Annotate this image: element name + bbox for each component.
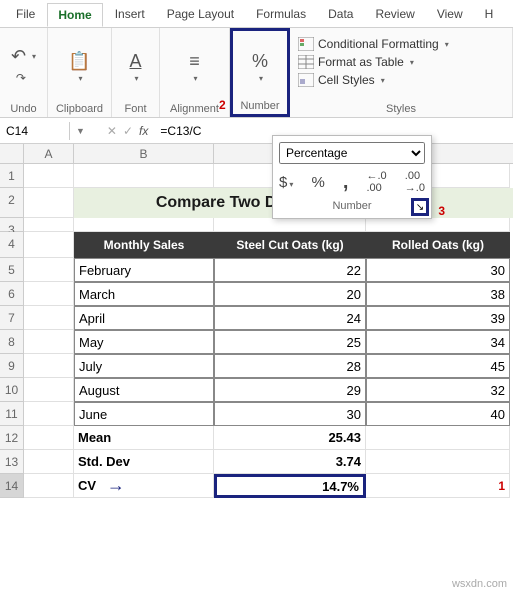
comma-button[interactable]: , <box>343 171 349 194</box>
tab-view[interactable]: View <box>427 3 473 25</box>
group-number[interactable]: % ▾ Number 2 <box>230 28 290 117</box>
tab-formulas[interactable]: Formulas <box>246 3 316 25</box>
tab-home[interactable]: Home <box>47 3 102 27</box>
tab-page-layout[interactable]: Page Layout <box>157 3 244 25</box>
chevron-down-icon[interactable]: ▾ <box>78 74 82 83</box>
formula-bar: ▼ ✕ ✓ fx <box>0 118 513 144</box>
row-11: 11June3040 <box>0 402 513 426</box>
align-icon: ≡ <box>189 51 200 71</box>
group-undo: ↶▾ ↷ Undo <box>0 28 48 117</box>
tab-data[interactable]: Data <box>318 3 363 25</box>
chevron-down-icon[interactable]: ▾ <box>193 74 197 83</box>
selected-cell-c14[interactable]: 14.7% <box>214 474 366 498</box>
group-label-undo: Undo <box>10 103 36 115</box>
table-icon <box>298 55 314 69</box>
column-headers: A B C <box>0 144 513 164</box>
cell-styles-icon <box>298 73 314 87</box>
number-format-select[interactable]: Percentage <box>279 142 425 164</box>
font-icon: A <box>129 51 141 71</box>
redo-button[interactable]: ↷ <box>11 69 31 87</box>
row-10: 10August2932 <box>0 378 513 402</box>
cv-label[interactable]: CV → <box>74 474 214 498</box>
chevron-down-icon: ▾ <box>381 76 385 85</box>
cancel-icon[interactable]: ✕ <box>107 124 117 138</box>
tab-file[interactable]: File <box>6 3 45 25</box>
group-label-number: Number <box>240 100 279 112</box>
row-6: 6March2038 <box>0 282 513 306</box>
row-12: 12Mean25.43 <box>0 426 513 450</box>
group-styles: Conditional Formatting▾ Format as Table▾… <box>290 28 513 117</box>
conditional-formatting-button[interactable]: Conditional Formatting▾ <box>298 36 449 52</box>
group-font: A ▾ Font <box>112 28 160 117</box>
callout-2: 2 <box>219 98 226 112</box>
mean-label[interactable]: Mean <box>74 426 214 450</box>
tab-review[interactable]: Review <box>365 3 424 25</box>
paste-button[interactable]: 📋 <box>68 51 90 72</box>
group-clipboard: 📋 ▾ Clipboard <box>48 28 112 117</box>
currency-button[interactable]: $▾ <box>279 174 293 191</box>
format-as-table-button[interactable]: Format as Table▾ <box>298 54 414 70</box>
undo-icon: ↶ <box>11 46 26 67</box>
row-9: 9July2845 <box>0 354 513 378</box>
watermark: wsxdn.com <box>452 578 507 590</box>
chevron-down-icon: ▾ <box>289 180 293 189</box>
chevron-down-icon: ▾ <box>445 40 449 49</box>
col-header-a[interactable]: A <box>24 144 74 163</box>
worksheet: A B C 1 2Compare Two Data Sets Statistic… <box>0 144 513 498</box>
increase-decimal-button[interactable]: ←.0.00 <box>367 170 387 194</box>
mean-value[interactable]: 25.43 <box>214 426 366 450</box>
font-button[interactable]: A <box>129 51 141 72</box>
undo-button[interactable]: ↶▾ <box>11 46 36 67</box>
chevron-down-icon[interactable]: ▾ <box>134 74 138 83</box>
row-8: 8May2534 <box>0 330 513 354</box>
row-13: 13Std. Dev3.74 <box>0 450 513 474</box>
row-3: 3 <box>0 218 513 232</box>
std-value[interactable]: 3.74 <box>214 450 366 474</box>
row-1: 1 <box>0 164 513 188</box>
percent-button[interactable]: % <box>311 174 324 191</box>
chevron-down-icon: ▾ <box>410 58 414 67</box>
number-format-popup: Percentage $▾ % , ←.0.00 .00→.0 Number ↘… <box>272 135 432 219</box>
redo-icon: ↷ <box>16 71 26 85</box>
row-14: 14CV →14.7%1 <box>0 474 513 498</box>
arrow-icon: → <box>107 475 125 496</box>
header-rolled[interactable]: Rolled Oats (kg) <box>366 232 510 258</box>
col-header-b[interactable]: B <box>74 144 214 163</box>
percent-icon: % <box>252 51 268 72</box>
fx-icon[interactable]: fx <box>139 124 148 138</box>
popup-label: Number <box>279 200 425 212</box>
launcher-icon: ↘ <box>416 202 424 213</box>
clipboard-icon: 📋 <box>68 51 90 71</box>
ribbon: ↶▾ ↷ Undo 📋 ▾ Clipboard A ▾ Font ≡ ▾ Ali… <box>0 28 513 118</box>
cell-styles-button[interactable]: Cell Styles▾ <box>298 72 385 88</box>
chevron-down-icon: ▾ <box>32 52 36 61</box>
namebox-dropdown-icon[interactable]: ▼ <box>76 126 85 136</box>
name-box[interactable] <box>0 122 70 140</box>
header-month[interactable]: Monthly Sales <box>74 232 214 258</box>
alignment-button[interactable]: ≡ <box>189 51 200 72</box>
header-steel[interactable]: Steel Cut Oats (kg) <box>214 232 366 258</box>
row-2: 2Compare Two Data Sets Statistically <box>0 188 513 218</box>
ribbon-tabs: File Home Insert Page Layout Formulas Da… <box>0 0 513 28</box>
row-4: 4Monthly SalesSteel Cut Oats (kg)Rolled … <box>0 232 513 258</box>
decrease-decimal-button[interactable]: .00→.0 <box>405 170 425 194</box>
tab-insert[interactable]: Insert <box>105 3 155 25</box>
cf-icon <box>298 37 314 51</box>
enter-icon[interactable]: ✓ <box>123 124 133 138</box>
callout-1: 1 <box>498 479 505 493</box>
callout-3: 3 <box>438 204 445 218</box>
row-5: 5February2230 <box>0 258 513 282</box>
select-all-corner[interactable] <box>0 144 24 163</box>
row-7: 7April2439 <box>0 306 513 330</box>
group-label-font: Font <box>124 103 146 115</box>
tab-help[interactable]: H <box>475 3 504 25</box>
group-label-alignment: Alignment <box>170 103 219 115</box>
chevron-down-icon: ▾ <box>259 74 263 83</box>
dialog-launcher-button[interactable]: ↘ <box>411 198 429 216</box>
std-label[interactable]: Std. Dev <box>74 450 214 474</box>
group-label-clipboard: Clipboard <box>56 103 103 115</box>
group-label-styles: Styles <box>386 103 416 115</box>
